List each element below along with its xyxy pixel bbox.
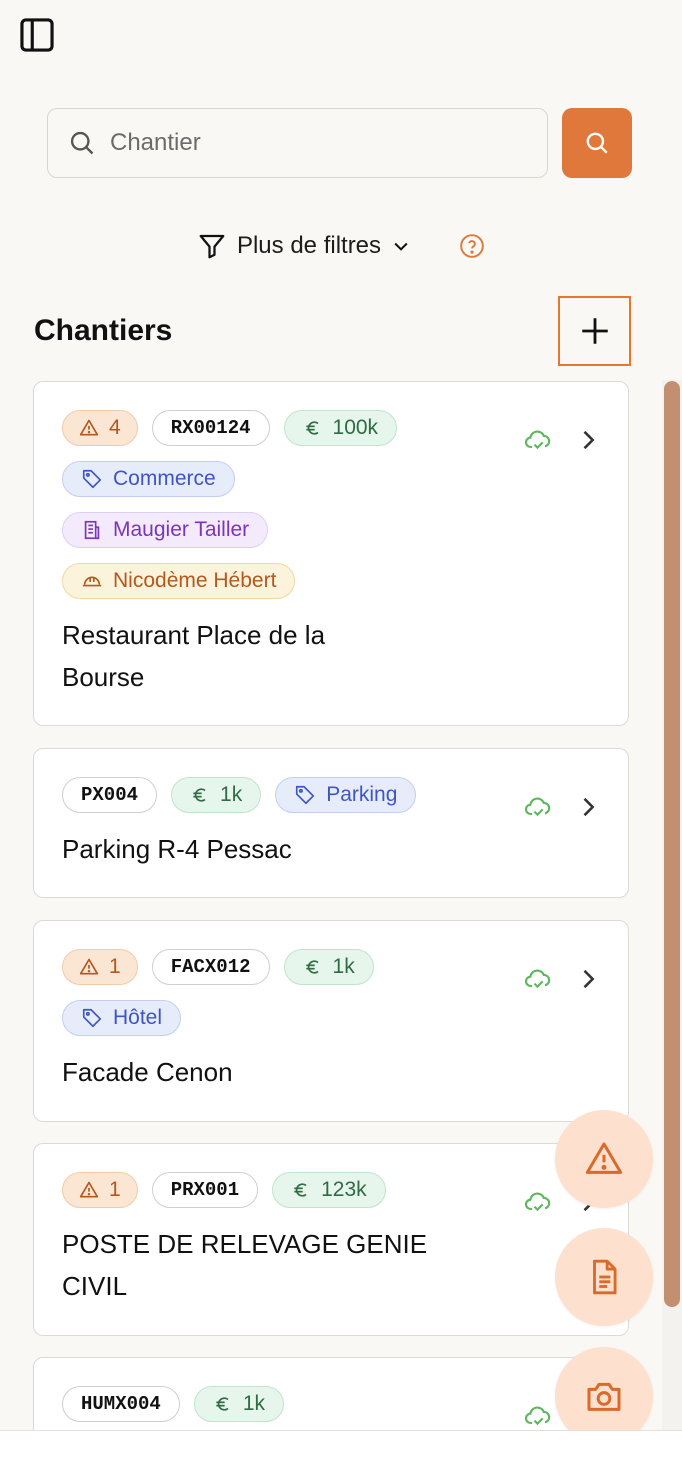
alert-count-badge: 4 xyxy=(62,410,138,446)
chantier-code-badge: PX004 xyxy=(62,777,158,813)
alert-count: 1 xyxy=(109,1178,121,1201)
more-filters-label: Plus de filtres xyxy=(236,232,382,259)
chantier-card[interactable]: 4 RX00124 100k Commerce Maugier Tailler xyxy=(33,381,629,726)
category-label: Hôtel xyxy=(113,1006,163,1029)
plus-icon xyxy=(581,318,608,344)
open-chantier-chevron[interactable] xyxy=(574,965,602,993)
report-incident-fab[interactable] xyxy=(555,1110,653,1208)
amount-value: 1k xyxy=(332,955,355,978)
chantier-code-badge: FACX012 xyxy=(151,949,270,985)
chantier-title-line: Restaurant Place de la xyxy=(62,620,326,650)
search-icon xyxy=(70,131,94,155)
filter-icon xyxy=(199,234,225,259)
alert-count: 4 xyxy=(109,416,121,439)
amount-badge: 1k xyxy=(283,949,374,985)
chevron-right-icon xyxy=(583,430,595,450)
category-badge: Parking xyxy=(275,777,417,813)
warning-triangle-icon xyxy=(585,1142,623,1174)
chevron-right-icon xyxy=(583,797,595,817)
chantier-title: Parking R-4 Pessac xyxy=(62,828,462,870)
helmet-icon xyxy=(82,576,102,587)
amount-badge: 100k xyxy=(283,410,398,446)
warning-triangle-icon xyxy=(79,958,99,975)
filters-bar: Plus de filtres xyxy=(0,226,682,266)
sync-status xyxy=(524,1188,552,1216)
chantier-title: Restaurant Place de la Bourse xyxy=(62,614,462,698)
manager-badge: Nicodème Hébert xyxy=(62,563,296,599)
tag-icon xyxy=(82,1008,102,1028)
amount-badge: 123k xyxy=(272,1172,386,1208)
building-icon xyxy=(84,520,100,540)
client-label: Maugier Tailler xyxy=(113,518,250,541)
chantier-code-badge: RX00124 xyxy=(151,410,270,446)
euro-icon xyxy=(193,788,206,802)
chantier-card[interactable]: 1 FACX012 1k Hôtel Facade Cenon xyxy=(33,920,629,1122)
camera-icon xyxy=(587,1382,621,1411)
search-input[interactable] xyxy=(110,129,510,157)
client-badge: Maugier Tailler xyxy=(62,512,269,548)
amount-value: 1k xyxy=(220,783,243,806)
bottom-bar xyxy=(0,1430,682,1475)
category-label: Commerce xyxy=(113,467,216,490)
chantier-title: POSTE DE RELEVAGE GENIE CIVIL xyxy=(62,1223,462,1307)
chantier-title-line: POSTE DE RELEVAGE GENIE xyxy=(62,1229,428,1259)
euro-icon xyxy=(216,1397,229,1411)
amount-value: 1k xyxy=(242,1392,266,1415)
cloud-check-icon xyxy=(525,969,551,989)
amount-value: 100k xyxy=(332,416,379,439)
chevron-down-icon xyxy=(394,242,408,251)
alert-count-badge: 1 xyxy=(62,1172,138,1208)
chevron-right-icon xyxy=(583,969,595,989)
chantier-title-line: Bourse xyxy=(62,662,145,692)
chantier-title-line: Parking R-4 Pessac xyxy=(62,834,292,864)
euro-icon xyxy=(305,960,319,974)
search-button[interactable] xyxy=(562,108,632,178)
scrollbar-thumb[interactable] xyxy=(664,381,680,1307)
cloud-check-icon xyxy=(525,1406,551,1426)
warning-triangle-icon xyxy=(79,1181,99,1198)
help-circle-icon xyxy=(460,234,484,258)
section-title: Chantiers xyxy=(34,314,173,347)
tag-icon xyxy=(82,469,102,489)
search-icon xyxy=(586,132,608,154)
euro-icon xyxy=(305,421,319,435)
help-button[interactable] xyxy=(459,233,485,259)
chantier-card[interactable]: PX004 1k Parking Parking R-4 Pessac xyxy=(33,748,629,898)
warning-triangle-icon xyxy=(79,419,99,436)
alert-count-badge: 1 xyxy=(62,949,138,985)
chantier-title-line: CIVIL xyxy=(62,1271,128,1301)
document-icon xyxy=(593,1259,617,1295)
tag-icon xyxy=(296,785,315,805)
more-filters-toggle[interactable]: Plus de filtres xyxy=(197,231,411,261)
category-label: Parking xyxy=(326,783,398,806)
sync-status xyxy=(524,793,552,821)
chantier-card[interactable]: 1 PRX001 123k POSTE DE RELEVAGE GENIE CI… xyxy=(33,1143,629,1336)
add-chantier-button[interactable] xyxy=(558,296,631,366)
chantier-code-badge: HUMX004 xyxy=(62,1386,180,1422)
alert-count: 1 xyxy=(109,955,121,978)
cloud-check-icon xyxy=(525,430,551,450)
manager-label: Nicodème Hébert xyxy=(113,569,277,592)
sidebar-icon xyxy=(20,18,54,52)
sync-status xyxy=(524,965,552,993)
sidebar-toggle-button[interactable] xyxy=(18,16,56,54)
amount-badge: 1k xyxy=(171,777,262,813)
chantier-title-line: Facade Cenon xyxy=(62,1057,233,1087)
cloud-check-icon xyxy=(525,1192,551,1212)
euro-icon xyxy=(294,1183,307,1197)
search-field[interactable] xyxy=(47,108,548,178)
open-chantier-chevron[interactable] xyxy=(574,426,602,454)
open-chantier-chevron[interactable] xyxy=(574,793,602,821)
amount-badge: 1k xyxy=(193,1386,285,1422)
cloud-check-icon xyxy=(525,797,551,817)
category-badge: Commerce xyxy=(62,461,235,497)
add-document-fab[interactable] xyxy=(555,1228,653,1326)
sync-status xyxy=(524,1402,552,1430)
chantier-code-badge: PRX001 xyxy=(151,1172,259,1208)
sync-status xyxy=(524,426,552,454)
amount-value: 123k xyxy=(321,1178,367,1201)
category-badge: Hôtel xyxy=(62,1000,182,1036)
chantier-title: Facade Cenon xyxy=(62,1051,462,1093)
